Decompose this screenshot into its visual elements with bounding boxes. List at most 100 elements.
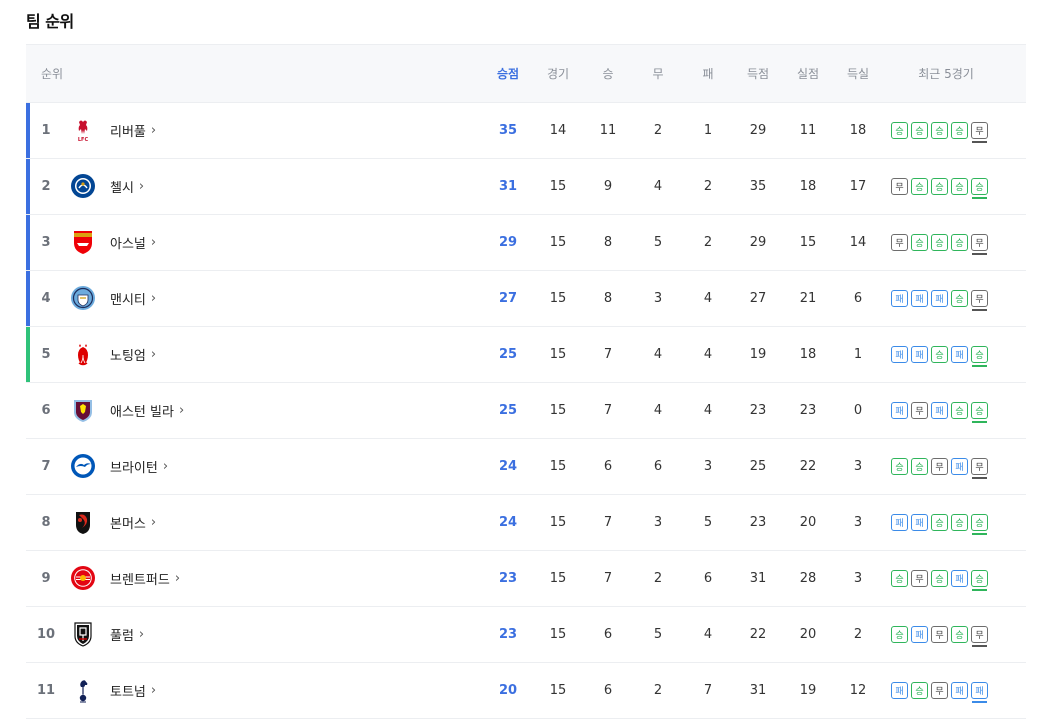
chevron-right-icon: › (150, 347, 157, 362)
team-name: 애스턴 빌라 (110, 405, 174, 420)
goals-against-cell: 22 (799, 459, 817, 474)
aston-villa-crest-icon (70, 397, 96, 423)
team-link[interactable]: 풀럼 › (110, 607, 144, 662)
goals-for-cell: 27 (749, 291, 767, 306)
rank-cell: 5 (41, 347, 51, 362)
table-row[interactable]: 5 노팅엄 › 25 15 7 4 4 19 18 1 패 패 승 패 승 (26, 327, 1026, 383)
lost-cell: 1 (703, 123, 713, 138)
form-badge: 승 (951, 514, 968, 531)
form-badge: 승 (931, 514, 948, 531)
drawn-cell: 2 (653, 571, 663, 586)
header-goals-against[interactable]: 실점 (783, 45, 833, 102)
lost-cell: 6 (703, 571, 713, 586)
form-badge: 패 (951, 346, 968, 363)
goals-for-cell: 22 (749, 627, 767, 642)
form-badge: 무 (971, 290, 988, 311)
drawn-cell: 4 (653, 347, 663, 362)
table-row[interactable]: 3 아스널 › 29 15 8 5 2 29 15 14 무 승 승 승 무 (26, 215, 1026, 271)
header-recent-form: 최근 5경기 (918, 67, 974, 81)
goal-difference-cell: 17 (849, 179, 867, 194)
form-badge: 무 (971, 122, 988, 143)
team-name: 노팅엄 (110, 349, 146, 364)
recent-form: 패패패승무 (891, 271, 988, 326)
header-points[interactable]: 승점 (483, 45, 533, 102)
brighton-crest-icon (70, 453, 96, 479)
team-name: 브렌트퍼드 (110, 573, 170, 588)
team-link[interactable]: 맨시티 › (110, 271, 156, 326)
recent-form: 승패무승무 (891, 607, 988, 662)
header-drawn[interactable]: 무 (633, 45, 683, 102)
arsenal-crest-icon (70, 229, 96, 255)
chevron-right-icon: › (150, 123, 157, 138)
form-badge: 무 (931, 682, 948, 699)
team-link[interactable]: 애스턴 빌라 › (110, 383, 184, 438)
chevron-right-icon: › (138, 627, 145, 642)
goals-against-cell: 20 (799, 627, 817, 642)
chevron-right-icon: › (150, 291, 157, 306)
goals-against-cell: 15 (799, 235, 817, 250)
form-badge: 승 (971, 514, 988, 535)
bournemouth-crest-icon (70, 509, 96, 535)
goals-against-cell: 28 (799, 571, 817, 586)
table-row[interactable]: 7 브라이턴 › 24 15 6 6 3 25 22 3 승 승 무 패 무 (26, 439, 1026, 495)
form-badge: 승 (891, 626, 908, 643)
table-row[interactable]: 9 브렌트퍼드 › 23 15 7 2 6 31 28 3 승 무 승 패 승 (26, 551, 1026, 607)
form-badge: 승 (931, 570, 948, 587)
goals-for-cell: 29 (749, 235, 767, 250)
form-badge: 무 (891, 178, 908, 195)
goals-against-cell: 18 (799, 179, 817, 194)
team-link[interactable]: 첼시 › (110, 159, 144, 214)
table-row[interactable]: 1 LFC 리버풀 › 35 14 11 2 1 29 11 18 승 승 승 승 무 (26, 103, 1026, 159)
team-name: 토트넘 (110, 685, 146, 700)
team-link[interactable]: 노팅엄 › (110, 327, 156, 382)
lost-cell: 7 (703, 683, 713, 698)
goal-difference-cell: 2 (853, 627, 863, 642)
table-row[interactable]: 2 첼시 › 31 15 9 4 2 35 18 17 무 승 승 승 승 (26, 159, 1026, 215)
team-link[interactable]: 브렌트퍼드 › (110, 551, 180, 606)
lost-cell: 4 (703, 347, 713, 362)
recent-form: 승승무패무 (891, 439, 988, 494)
form-badge: 승 (951, 290, 968, 307)
table-row[interactable]: 4 맨시티 › 27 15 8 3 4 27 21 6 패 패 패 승 무 (26, 271, 1026, 327)
played-cell: 15 (549, 683, 567, 698)
rank-cell: 1 (41, 123, 51, 138)
played-cell: 15 (549, 571, 567, 586)
goals-against-cell: 18 (799, 347, 817, 362)
team-link[interactable]: 브라이턴 › (110, 439, 168, 494)
header-played[interactable]: 경기 (533, 45, 583, 102)
form-badge: 패 (891, 402, 908, 419)
form-badge: 패 (891, 682, 908, 699)
team-name: 풀럼 (110, 629, 134, 644)
won-cell: 7 (603, 515, 613, 530)
rank-cell: 2 (41, 179, 51, 194)
table-row[interactable]: 6 애스턴 빌라 › 25 15 7 4 4 23 23 0 패 무 패 승 승 (26, 383, 1026, 439)
team-name: 맨시티 (110, 293, 146, 308)
team-link[interactable]: 토트넘 › (110, 663, 156, 718)
recent-form: 무승승승무 (891, 215, 988, 270)
table-row[interactable]: 8 본머스 › 24 15 7 3 5 23 20 3 패 패 승 승 승 (26, 495, 1026, 551)
form-badge: 무 (891, 234, 908, 251)
table-row[interactable]: 11 토트넘 › 20 15 6 2 7 31 19 12 패 승 무 패 패 (26, 663, 1026, 719)
table-row[interactable]: 10 풀럼 › 23 15 6 5 4 22 20 2 승 패 무 승 무 (26, 607, 1026, 663)
rank-cell: 8 (41, 515, 51, 530)
won-cell: 8 (603, 291, 613, 306)
table-header: 순위 승점 경기 승 무 패 득점 실점 득실 최근 5경기 (26, 44, 1026, 103)
team-name: 첼시 (110, 181, 134, 196)
header-goal-difference[interactable]: 득실 (833, 45, 883, 102)
section-title: 팀 순위 (26, 12, 74, 31)
header-lost[interactable]: 패 (683, 45, 733, 102)
team-link[interactable]: 리버풀 › (110, 103, 156, 158)
form-badge: 승 (891, 458, 908, 475)
fulham-crest-icon (70, 621, 96, 647)
team-link[interactable]: 본머스 › (110, 495, 156, 550)
chevron-right-icon: › (150, 235, 157, 250)
form-badge: 승 (931, 346, 948, 363)
played-cell: 15 (549, 179, 567, 194)
standings-page: 팀 순위 순위 승점 경기 승 무 패 득점 실점 득실 최근 5경기 1 LFC… (0, 0, 1040, 721)
header-won[interactable]: 승 (583, 45, 633, 102)
header-goals-for[interactable]: 득점 (733, 45, 783, 102)
goal-difference-cell: 12 (849, 683, 867, 698)
team-link[interactable]: 아스널 › (110, 215, 156, 270)
won-cell: 6 (603, 627, 613, 642)
drawn-cell: 4 (653, 179, 663, 194)
